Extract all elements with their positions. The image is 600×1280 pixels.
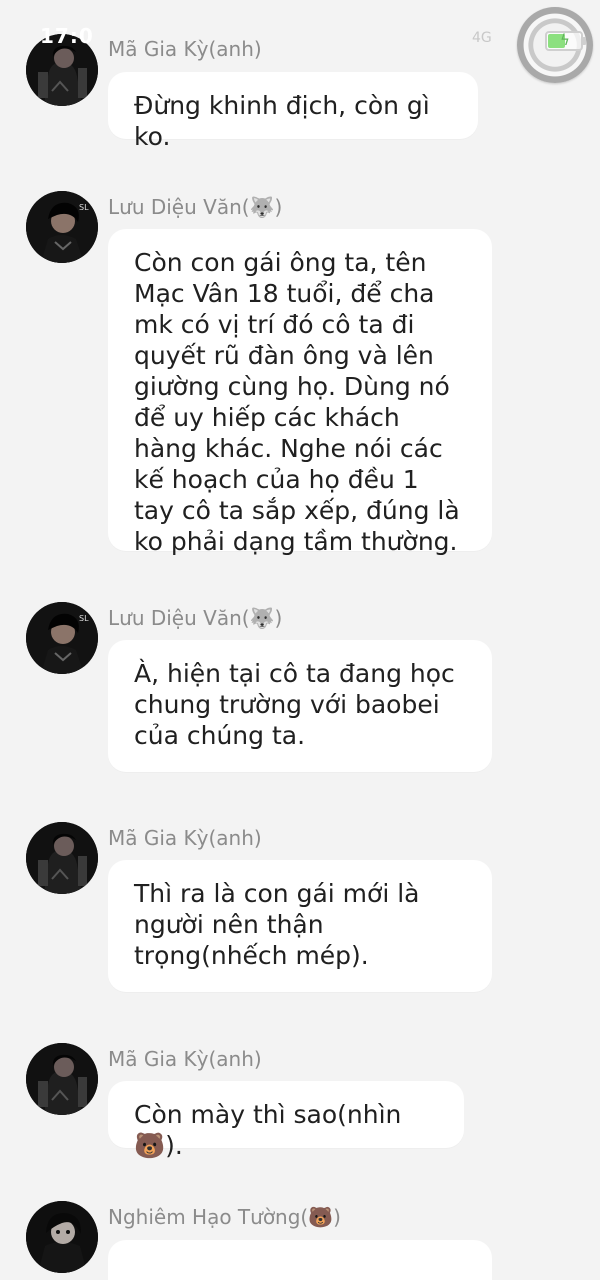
sender-name: Mã Gia Kỳ(anh) (108, 826, 262, 850)
sender-name: Lưu Diệu Văn(🐺) (108, 195, 283, 219)
chat-message: Mã Gia Kỳ(anh) Thì ra là con gái mới là … (26, 822, 586, 994)
avatar[interactable] (26, 1043, 98, 1115)
profile-avatar-icon (26, 822, 98, 894)
svg-text:SL: SL (79, 614, 89, 623)
svg-text:SL: SL (79, 203, 89, 212)
sender-name: Mã Gia Kỳ(anh) (108, 1047, 262, 1071)
message-bubble[interactable]: Còn con gái ông ta, tên Mạc Vân 18 tuổi,… (108, 229, 492, 556)
chat-message: Mã Gia Kỳ(anh) Còn mày thì sao(nhìn 🐻). (26, 1043, 586, 1160)
message-bubble[interactable]: Còn mày thì sao(nhìn 🐻). (108, 1081, 464, 1160)
message-bubble-text-partial (136, 1256, 436, 1268)
message-bubble[interactable]: À, hiện tại cô ta đang học chung trường … (108, 640, 492, 772)
status-bar: 17:0 4G ϟ (0, 0, 600, 83)
sender-name: Lưu Diệu Văn(🐺) (108, 606, 283, 630)
battery-icon: ϟ (545, 31, 586, 51)
profile-avatar-icon: SL (26, 191, 98, 263)
avatar[interactable]: SL (26, 602, 98, 674)
network-indicator: 4G (472, 30, 492, 46)
profile-avatar-icon (26, 1201, 98, 1273)
status-time: 17:0 (40, 24, 94, 48)
profile-avatar-icon: SL (26, 602, 98, 674)
message-bubble[interactable]: Thì ra là con gái mới là người nên thận … (108, 860, 492, 992)
sender-name: Nghiêm Hạo Tường(🐻) (108, 1205, 341, 1229)
profile-avatar-icon (26, 1043, 98, 1115)
message-bubble[interactable]: Đừng khinh địch, còn gì ko. (108, 72, 478, 151)
avatar[interactable] (26, 822, 98, 894)
chat-message: SL Lưu Diệu Văn(🐺) Còn con gái ông ta, t… (26, 191, 586, 556)
chat-message: SL Lưu Diệu Văn(🐺) À, hiện tại cô ta đan… (26, 602, 586, 774)
charging-icon: ϟ (560, 31, 570, 49)
avatar[interactable]: SL (26, 191, 98, 263)
chat-message: Mã Gia Kỳ(anh) Đừng khinh địch, còn gì k… (26, 34, 586, 151)
avatar[interactable] (26, 1201, 98, 1273)
